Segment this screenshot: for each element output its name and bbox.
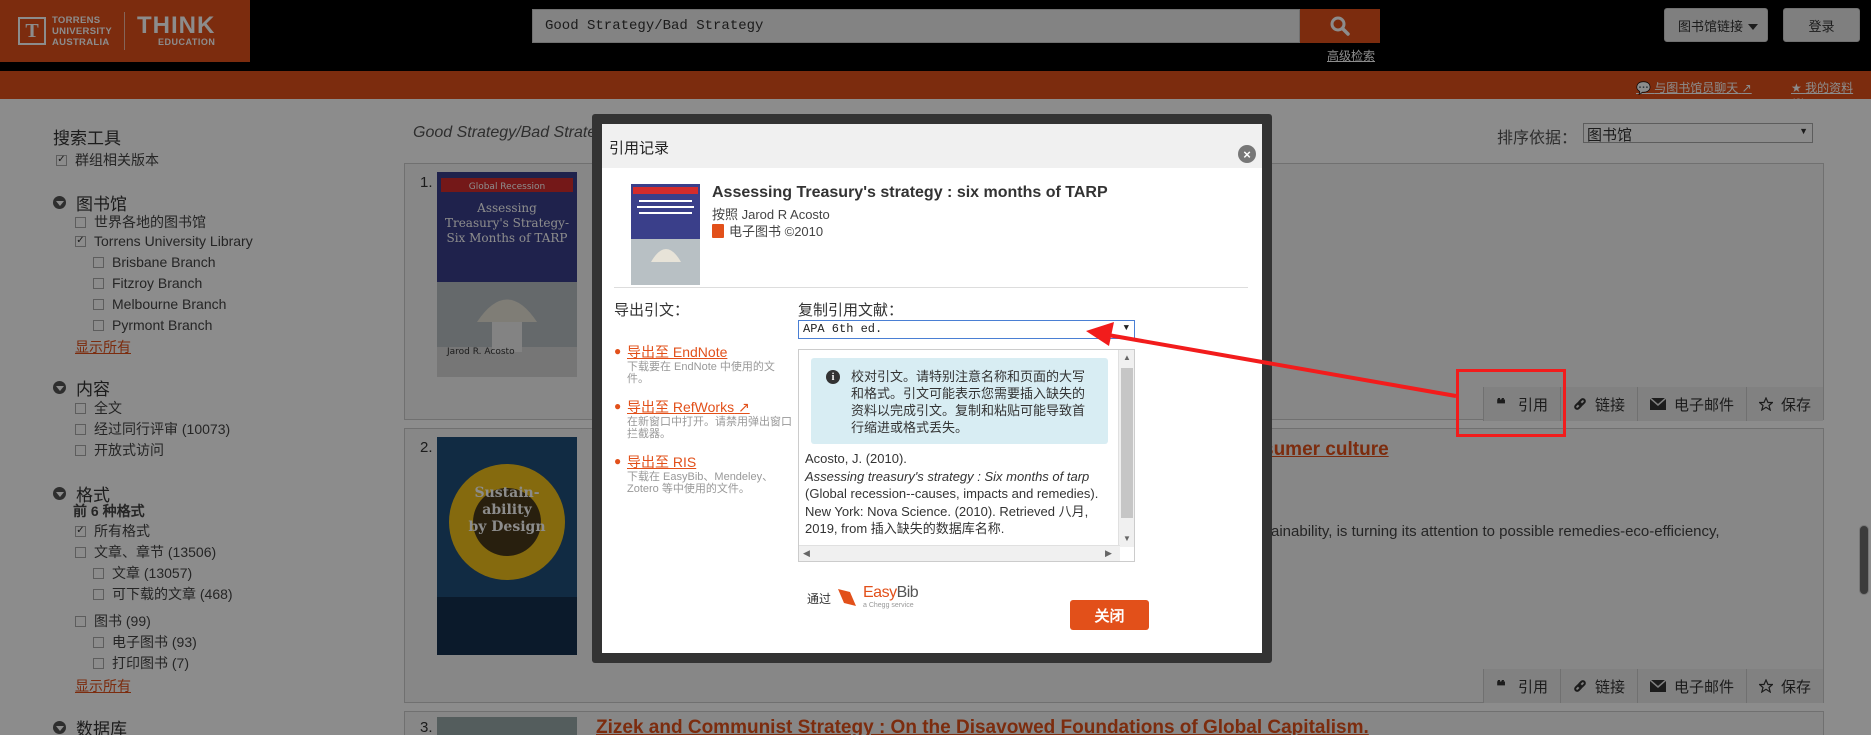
- annotation-arrow: [1086, 322, 1457, 398]
- page-scroll-widget[interactable]: [1859, 525, 1869, 595]
